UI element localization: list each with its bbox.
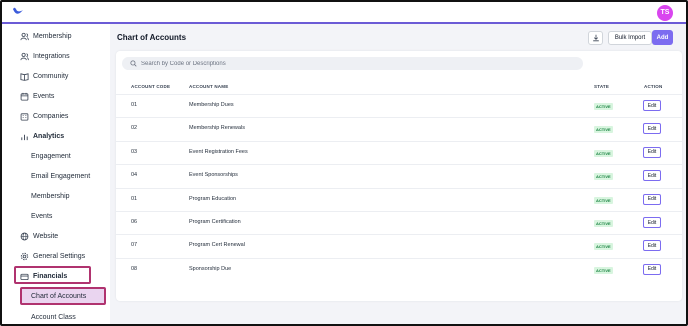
main-content: Chart of Accounts Bulk Import Add ACCOUN… [110, 24, 686, 324]
app-window: TS Membership Integrations Community Eve… [0, 0, 688, 326]
account-name-cell: Program Education [189, 195, 237, 202]
account-name-cell: Program Certification [189, 219, 241, 225]
status-badge: ACTIVE [594, 266, 613, 274]
sidebar-item-general-settings[interactable]: General Settings [20, 249, 85, 263]
status-badge: ACTIVE [594, 149, 613, 157]
search-input[interactable] [141, 60, 541, 67]
status-badge: ACTIVE [594, 220, 613, 227]
status-badge: ACTIVE [594, 126, 613, 134]
sidebar-item-label: Companies [33, 112, 69, 120]
sidebar-item-events[interactable]: Events [20, 89, 54, 103]
column-header-account-code: ACCOUNT CODE [131, 84, 171, 89]
search-icon [130, 60, 137, 67]
sidebar-subitem-chart-of-accounts[interactable]: Chart of Accounts [31, 289, 86, 303]
table-row: 03 Event Registration Fees ACTIVE Edit [116, 140, 682, 164]
table-row: 08 Sponsorship Due ACTIVE Edit [116, 257, 682, 281]
account-name-cell: Sponsorship Due [189, 265, 232, 272]
edit-button[interactable]: Edit [643, 100, 661, 111]
column-header-account-name: ACCOUNT NAME [189, 84, 229, 89]
status-badge: ACTIVE [594, 196, 613, 204]
sidebar-subitem-engagement[interactable]: Engagement [31, 149, 71, 163]
sidebar-subitem-events[interactable]: Events [31, 209, 52, 223]
account-code-cell: 06 [131, 219, 138, 225]
column-header-state: STATE [594, 84, 610, 89]
page-title: Chart of Accounts [117, 33, 187, 42]
column-header-action: ACTION [644, 84, 663, 89]
status-badge: ACTIVE [594, 103, 613, 110]
account-code-cell: 03 [131, 148, 138, 155]
table-row: 06 Program Certification ACTIVE Edit [116, 211, 682, 234]
gear-icon [20, 252, 29, 261]
bird-logo-icon[interactable] [12, 6, 24, 18]
account-code-cell: 02 [131, 125, 138, 132]
sidebar-item-label: General Settings [33, 252, 86, 260]
accounts-table-card: ACCOUNT CODE ACCOUNT NAME STATE ACTION 0… [116, 51, 682, 301]
account-code-cell: 01 [131, 102, 138, 108]
sidebar-item-website[interactable]: Website [20, 229, 58, 243]
calendar-icon [20, 92, 29, 101]
building-icon [20, 112, 29, 121]
sidebar-item-label: Membership [33, 32, 72, 40]
account-code-cell: 04 [131, 172, 138, 179]
account-name-cell: Event Sponsorships [189, 172, 238, 179]
globe-icon [20, 232, 29, 241]
account-code-cell: 01 [131, 195, 138, 202]
edit-button[interactable]: Edit [643, 240, 661, 252]
edit-button[interactable]: Edit [643, 123, 661, 135]
table-row: 02 Membership Renewals ACTIVE Edit [116, 117, 682, 140]
search-bar[interactable] [122, 57, 583, 70]
sidebar-item-financials[interactable]: Financials [20, 269, 67, 283]
table-row: 04 Event Sponsorships ACTIVE Edit [116, 164, 682, 187]
edit-button[interactable]: Edit [643, 193, 661, 205]
table-row: 01 Membership Dues ACTIVE Edit [116, 94, 682, 117]
status-badge: ACTIVE [594, 243, 613, 251]
sidebar-item-label: Analytics [33, 132, 65, 140]
account-code-cell: 07 [131, 242, 138, 249]
edit-button[interactable]: Edit [643, 217, 661, 228]
status-badge: ACTIVE [594, 173, 613, 181]
account-code-cell: 08 [131, 265, 138, 272]
account-name-cell: Event Registration Fees [189, 148, 248, 155]
sidebar-item-label: Events [33, 92, 55, 100]
sidebar-item-label: Website [33, 232, 59, 240]
table-row: 07 Program Cert Renewal ACTIVE Edit [116, 234, 682, 257]
users-icon [20, 52, 29, 61]
download-icon [592, 34, 599, 42]
sidebar-subitem-email-engagement[interactable]: Email Engagement [31, 169, 90, 183]
sidebar-subitem-membership[interactable]: Membership [31, 189, 70, 203]
users-icon [20, 32, 29, 41]
edit-button[interactable]: Edit [643, 170, 661, 182]
download-button[interactable] [588, 31, 603, 45]
sidebar-item-membership[interactable]: Membership [20, 29, 72, 43]
wallet-icon [20, 272, 29, 281]
table-row: 01 Program Education ACTIVE Edit [116, 187, 682, 211]
account-name-cell: Membership Renewals [189, 125, 245, 132]
bulk-import-button[interactable]: Bulk Import [608, 31, 652, 45]
sidebar-item-analytics[interactable]: Analytics [20, 129, 64, 143]
avatar[interactable]: TS [657, 5, 673, 21]
sidebar-item-community[interactable]: Community [20, 69, 68, 83]
account-name-cell: Program Cert Renewal [189, 242, 245, 249]
account-name-cell: Membership Dues [189, 102, 234, 108]
edit-button[interactable]: Edit [643, 263, 661, 275]
sidebar-item-companies[interactable]: Companies [20, 109, 68, 123]
sidebar-item-integrations[interactable]: Integrations [20, 49, 70, 63]
sidebar-subitem-account-class[interactable]: Account Class [31, 310, 76, 324]
top-bar: TS [2, 2, 686, 24]
add-button[interactable]: Add [652, 30, 673, 45]
sidebar-item-label: Financials [33, 272, 68, 280]
edit-button[interactable]: Edit [643, 146, 661, 158]
sidebar-item-label: Community [33, 72, 69, 80]
bar-chart-icon [20, 132, 29, 141]
book-icon [20, 72, 29, 81]
sidebar-item-label: Integrations [33, 52, 70, 60]
